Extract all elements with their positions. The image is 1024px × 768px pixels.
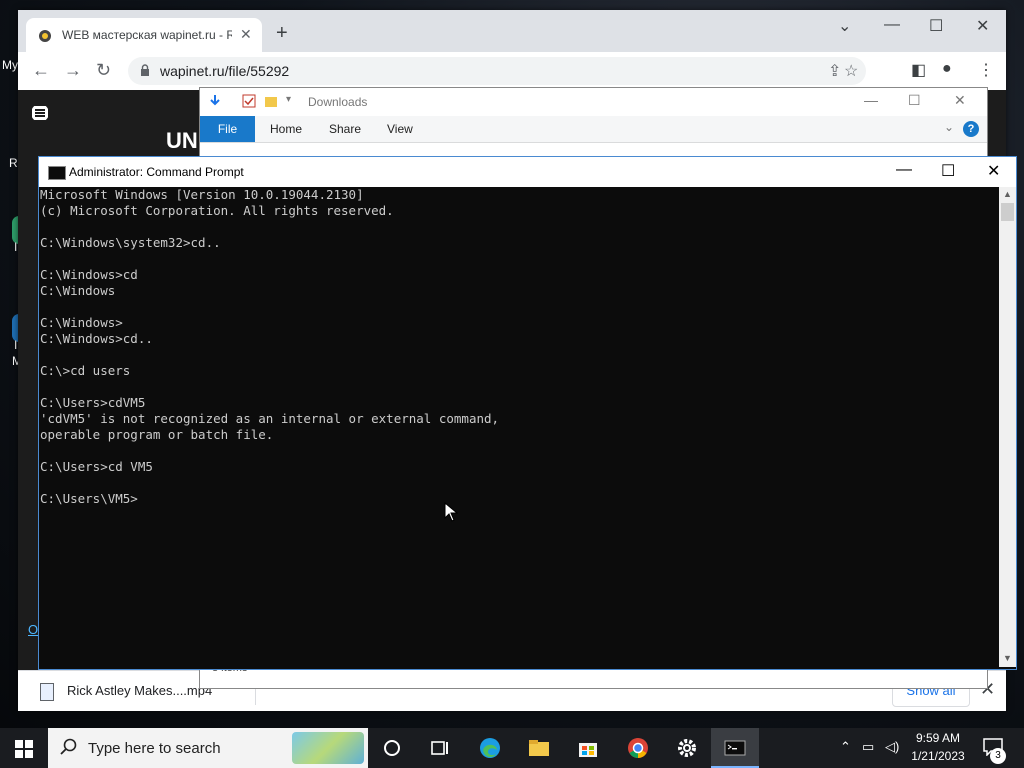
bookmark-star-icon[interactable]: ☆ <box>844 61 858 81</box>
profile-avatar-icon[interactable]: ● <box>942 60 952 78</box>
cmd-output-line: C:\>cd users <box>40 363 131 378</box>
cmd-output-line <box>39 219 999 235</box>
edge-icon[interactable] <box>466 728 514 768</box>
download-file-name[interactable]: Rick Astley Makes....mp4 <box>67 683 212 698</box>
file-icon <box>40 683 54 701</box>
cortana-icon[interactable] <box>368 728 416 768</box>
tab-strip: WEB мастерская wapinet.ru - Ri ✕ + ⌄ — ☐… <box>18 10 1006 52</box>
cmd-output-line: (c) Microsoft Corporation. All rights re… <box>40 203 394 218</box>
explorer-title: Downloads <box>308 95 368 109</box>
notification-count-badge: 3 <box>990 748 1006 764</box>
ribbon-tab-view[interactable]: View <box>387 122 413 136</box>
windows-start-icon[interactable] <box>15 740 33 758</box>
reload-button[interactable]: ↻ <box>96 60 111 81</box>
clock-date[interactable]: 1/21/2023 <box>906 749 970 763</box>
cmd-output-line <box>39 251 999 267</box>
search-highlight-image <box>292 732 364 764</box>
chrome-menu-icon[interactable]: ⋮ <box>978 60 994 80</box>
tab-search-icon[interactable]: ⌄ <box>838 16 851 36</box>
task-view-icon[interactable] <box>416 728 464 768</box>
cmd-output-line: C:\Windows>cd.. <box>40 331 153 346</box>
desktop-icon-label[interactable]: I <box>14 240 17 254</box>
forward-button[interactable]: → <box>64 60 82 81</box>
download-arrow-icon[interactable] <box>208 94 222 108</box>
cmd-output-line: 'cdVM5' is not recognized as an internal… <box>40 411 500 426</box>
browser-toolbar: ← → ↻ wapinet.ru/file/55292 ⇪ ☆ ◧ ● ⋮ <box>18 52 1006 91</box>
cmd-output-line <box>39 379 999 395</box>
command-prompt-taskbar-icon[interactable] <box>711 728 759 768</box>
cmd-maximize-button[interactable]: ☐ <box>941 161 955 181</box>
cmd-close-button[interactable]: ✕ <box>987 161 1000 181</box>
scroll-down-icon[interactable]: ▼ <box>1003 653 1012 663</box>
help-icon[interactable]: ? <box>963 121 979 137</box>
chrome-taskbar-icon[interactable] <box>614 728 662 768</box>
cmd-output-line <box>39 443 999 459</box>
cmd-output-line: Microsoft Windows [Version 10.0.19044.21… <box>40 187 364 202</box>
url-text: wapinet.ru/file/55292 <box>160 63 290 79</box>
hamburger-menu-icon[interactable] <box>32 106 48 120</box>
clock-time[interactable]: 9:59 AM <box>906 731 970 745</box>
share-icon[interactable]: ⇪ <box>828 61 841 81</box>
cmd-app-icon <box>48 166 66 180</box>
cmd-output-line: C:\Users>cd VM5 <box>40 459 153 474</box>
cmd-minimize-button[interactable]: — <box>896 161 912 179</box>
cmd-output-line: C:\Windows <box>40 283 116 298</box>
ribbon-tab-file[interactable]: File <box>200 116 255 142</box>
explorer-close-button[interactable]: ✕ <box>954 92 966 109</box>
expand-ribbon-icon[interactable]: ⌄ <box>944 120 954 134</box>
explorer-titlebar: ▾ Downloads — ☐ ✕ <box>200 88 987 116</box>
search-placeholder: Type here to search <box>88 740 221 757</box>
settings-gear-icon[interactable] <box>663 728 711 768</box>
explorer-minimize-button[interactable]: — <box>864 92 878 108</box>
close-window-button[interactable]: ✕ <box>976 16 989 36</box>
cmd-output-line <box>39 475 999 491</box>
explorer-ribbon: File Home Share View ⌄ ? <box>200 116 987 143</box>
cmd-output-line: C:\Windows> <box>40 315 123 330</box>
new-tab-button[interactable]: + <box>276 23 288 43</box>
back-button[interactable]: ← <box>32 60 50 81</box>
folder-icon[interactable] <box>264 94 278 108</box>
volume-icon[interactable]: ◁) <box>885 739 899 755</box>
address-bar[interactable]: wapinet.ru/file/55292 ⇪ ☆ <box>128 57 866 85</box>
cmd-title: Administrator: Command Prompt <box>69 165 244 179</box>
cmd-output-line: C:\Users\VM5> <box>40 491 138 506</box>
cmd-output-line: C:\Users>cdVM5 <box>40 395 146 410</box>
maximize-button[interactable]: ☐ <box>929 16 943 36</box>
microsoft-store-icon[interactable] <box>564 728 612 768</box>
file-explorer-taskbar-icon[interactable] <box>515 728 563 768</box>
cmd-scrollbar[interactable]: ▲ ▼ <box>999 187 1016 667</box>
scrollbar-thumb[interactable] <box>1001 203 1014 221</box>
cmd-console-output[interactable]: Microsoft Windows [Version 10.0.19044.21… <box>39 187 999 667</box>
scroll-up-icon[interactable]: ▲ <box>1003 189 1012 199</box>
taskbar-search-box[interactable]: Type here to search <box>48 728 368 768</box>
cmd-output-line: operable program or batch file. <box>40 427 274 442</box>
desktop-icon-label[interactable]: I <box>14 338 17 352</box>
cmd-output-line <box>39 299 999 315</box>
cmd-titlebar: Administrator: Command Prompt — ☐ ✕ <box>39 157 1016 187</box>
desktop-icon-label[interactable]: My <box>2 58 18 72</box>
network-icon[interactable]: ▭ <box>862 739 874 755</box>
mouse-cursor-icon <box>444 502 458 522</box>
properties-check-icon[interactable] <box>242 94 256 108</box>
command-prompt-window: Administrator: Command Prompt — ☐ ✕ Micr… <box>38 156 1017 670</box>
cmd-output-line: C:\Windows\system32>cd.. <box>40 235 221 250</box>
lock-icon <box>141 64 149 76</box>
ribbon-tab-share[interactable]: Share <box>329 122 361 136</box>
page-heading-partial: UN <box>166 128 198 153</box>
quick-access-dropdown-icon[interactable]: ▾ <box>286 94 291 105</box>
taskbar: Type here to search ⌃ ▭ ◁) 9:59 AM 1/21/… <box>0 728 1024 768</box>
tab-title: WEB мастерская wapinet.ru - Ri <box>62 28 232 42</box>
tab-close-icon[interactable]: ✕ <box>240 26 252 43</box>
show-hidden-icons-chevron-icon[interactable]: ⌃ <box>840 739 851 755</box>
side-panel-icon[interactable]: ◧ <box>911 60 926 80</box>
minimize-button[interactable]: — <box>884 16 900 34</box>
page-link-partial[interactable]: O <box>28 622 38 637</box>
search-icon <box>60 738 77 755</box>
cmd-output-line: C:\Windows>cd <box>40 267 138 282</box>
cmd-output-line <box>39 347 999 363</box>
explorer-maximize-button[interactable]: ☐ <box>908 92 921 109</box>
browser-tab[interactable]: WEB мастерская wapinet.ru - Ri ✕ <box>26 18 262 52</box>
ribbon-tab-home[interactable]: Home <box>270 122 302 136</box>
wapinet-favicon-icon <box>39 30 51 42</box>
